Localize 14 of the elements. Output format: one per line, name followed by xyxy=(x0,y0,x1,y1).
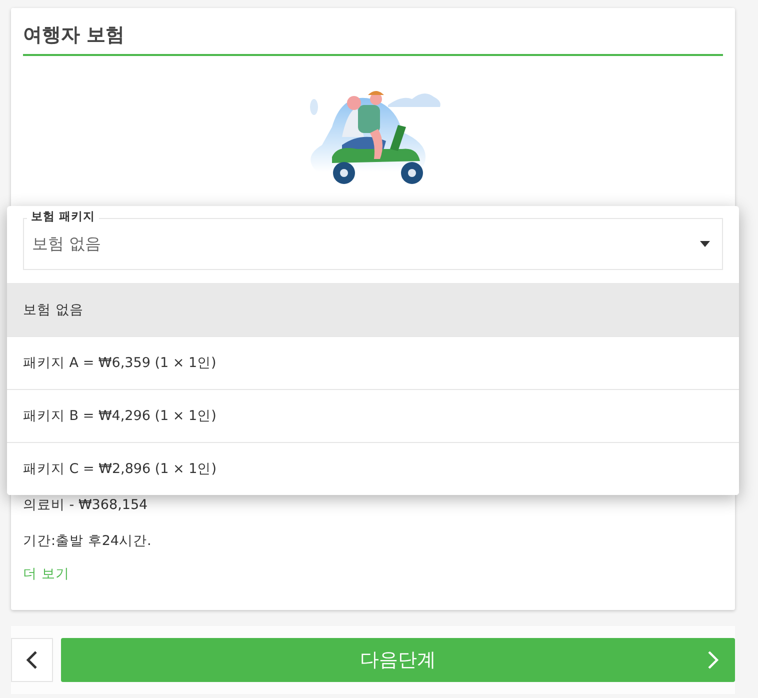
field-value: 보험 없음 xyxy=(32,234,102,254)
caret-icon xyxy=(700,241,710,247)
section-title: 여행자 보험 xyxy=(23,20,723,56)
back-button[interactable] xyxy=(11,638,53,682)
select-field[interactable]: 보험 패키지 보험 없음 xyxy=(23,209,723,270)
field-label: 보험 패키지 xyxy=(27,209,100,224)
chevron-right-icon xyxy=(707,651,719,669)
detail-text: 기간:출발 후24시간. xyxy=(23,532,152,551)
dropdown-option[interactable]: 패키지 C = ₩2,896 (1 × 1인) xyxy=(7,442,739,495)
dropdown-option[interactable]: 패키지 A = ₩6,359 (1 × 1인) xyxy=(7,336,739,389)
dropdown-option[interactable]: 보험 없음 xyxy=(7,283,739,336)
chevron-left-icon xyxy=(26,651,38,669)
dropdown-option[interactable]: 패키지 B = ₩4,296 (1 × 1인) xyxy=(7,389,739,442)
detail-text: 의료비 - ₩368,154 xyxy=(23,496,149,515)
